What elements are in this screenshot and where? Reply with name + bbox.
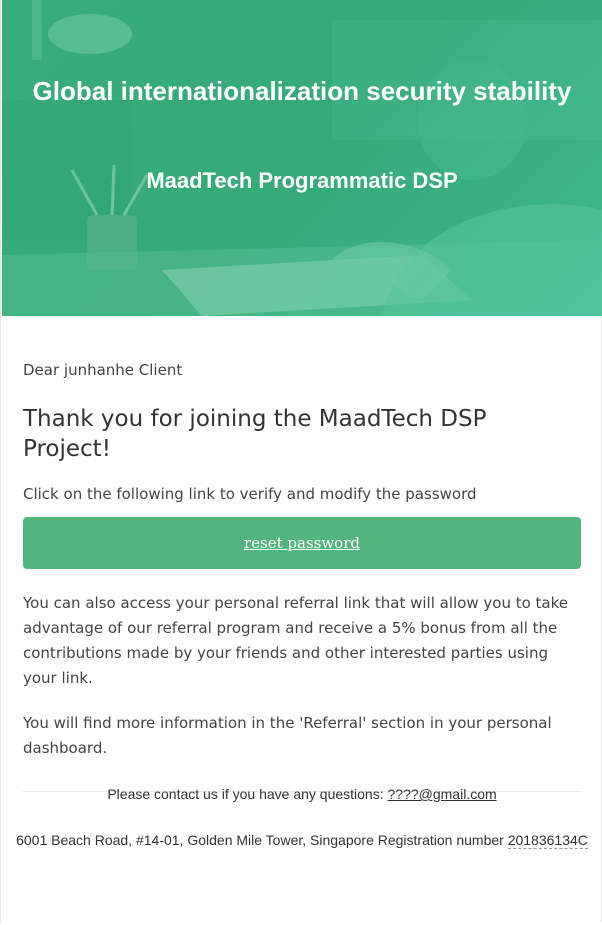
address-line: 6001 Beach Road, #14-01, Golden Mile Tow… xyxy=(1,832,602,849)
greeting: Dear junhanhe Client xyxy=(23,361,183,379)
registration-number: 201836134C xyxy=(507,832,588,849)
reset-password-link[interactable]: reset password xyxy=(244,534,360,552)
contact-text: Please contact us if you have any questi… xyxy=(107,786,388,802)
referral-paragraph: You can also access your personal referr… xyxy=(23,594,568,687)
reset-password-button[interactable]: reset password xyxy=(23,517,581,569)
hero-tint xyxy=(2,0,602,316)
email-container: Global internationalization security sta… xyxy=(0,0,602,922)
email-body: Dear junhanhe Client Thank you for joini… xyxy=(23,358,581,792)
contact-line: Please contact us if you have any questi… xyxy=(1,786,602,802)
instruction-text: Click on the following link to verify an… xyxy=(23,485,477,503)
headline: Thank you for joining the MaadTech DSP P… xyxy=(23,406,487,462)
info-paragraph: You will find more information in the 'R… xyxy=(23,714,552,757)
hero-subtitle: MaadTech Programmatic DSP xyxy=(146,168,458,193)
hero-banner: Global internationalization security sta… xyxy=(2,0,602,316)
contact-email-link[interactable]: ????@gmail.com xyxy=(388,786,497,802)
hero-title: Global internationalization security sta… xyxy=(32,76,572,106)
address-text: 6001 Beach Road, #14-01, Golden Mile Tow… xyxy=(16,832,508,848)
